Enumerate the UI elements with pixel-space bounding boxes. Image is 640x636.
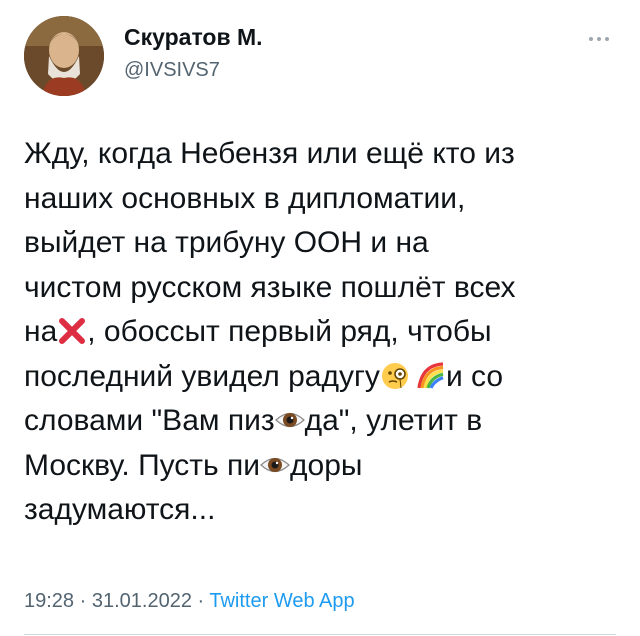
tweet-text-fragment: и со	[445, 359, 504, 393]
ellipsis-icon[interactable]	[584, 30, 614, 48]
tweet-line: словами "Вам пиз да", улетит в	[24, 399, 624, 444]
eye-icon	[260, 457, 290, 472]
tweet-text-fragment: , обоссыт первый ряд, чтобы	[87, 315, 492, 348]
tweet-line: Москву. Пусть пи доры	[24, 444, 624, 489]
tweet-date[interactable]: 31.01.2022	[92, 590, 192, 612]
divider	[24, 634, 616, 635]
tweet-meta: 19:28 · 31.01.2022 · Twitter Web App	[24, 590, 355, 613]
tweet-line: чистом русском языке пошлёт всех	[24, 270, 516, 304]
tweet-time[interactable]: 19:28	[24, 590, 74, 612]
tweet-text-fragment: на	[24, 315, 58, 348]
tweet-source-link[interactable]: Twitter Web App	[209, 590, 354, 612]
tweet-text-fragment: последний увидел радугу	[24, 359, 380, 393]
tweet-line: Жду, когда Небензя или ещё кто из	[24, 137, 515, 170]
tweet-line: наших основных в дипломатии,	[24, 181, 466, 215]
avatar[interactable]	[24, 16, 104, 96]
dot	[597, 37, 601, 41]
author-handle[interactable]: @IVSIVS7	[124, 59, 220, 82]
tweet-text-fragment: словами "Вам пиз	[24, 404, 275, 437]
tweet-text: Жду, когда Небензя или ещё кто из наших …	[24, 132, 624, 533]
separator: ·	[191, 590, 210, 612]
dot	[589, 37, 593, 41]
tweet-text-fragment: Москву. Пусть пи	[24, 448, 261, 482]
tweet-line: последний увидел радугу и со	[24, 355, 624, 400]
separator: ·	[74, 590, 92, 612]
dot	[605, 37, 609, 41]
tweet-text-fragment: да", улетит в	[304, 404, 483, 437]
tweet-line: на , обоссыт первый ряд, чтобы	[24, 310, 624, 355]
monocle-face-icon	[381, 362, 408, 389]
eye-icon	[274, 412, 305, 428]
author-display-name[interactable]: Скуратов М.	[124, 24, 263, 51]
tweet-line: выйдет на трибуну ООН и на	[24, 226, 429, 259]
cross-mark-icon	[59, 318, 86, 344]
rainbow-icon	[417, 361, 444, 389]
portrait-avatar-icon	[24, 16, 104, 96]
tweet-line: задумаются...	[24, 493, 216, 526]
tweet-text-fragment: доры	[290, 448, 363, 482]
